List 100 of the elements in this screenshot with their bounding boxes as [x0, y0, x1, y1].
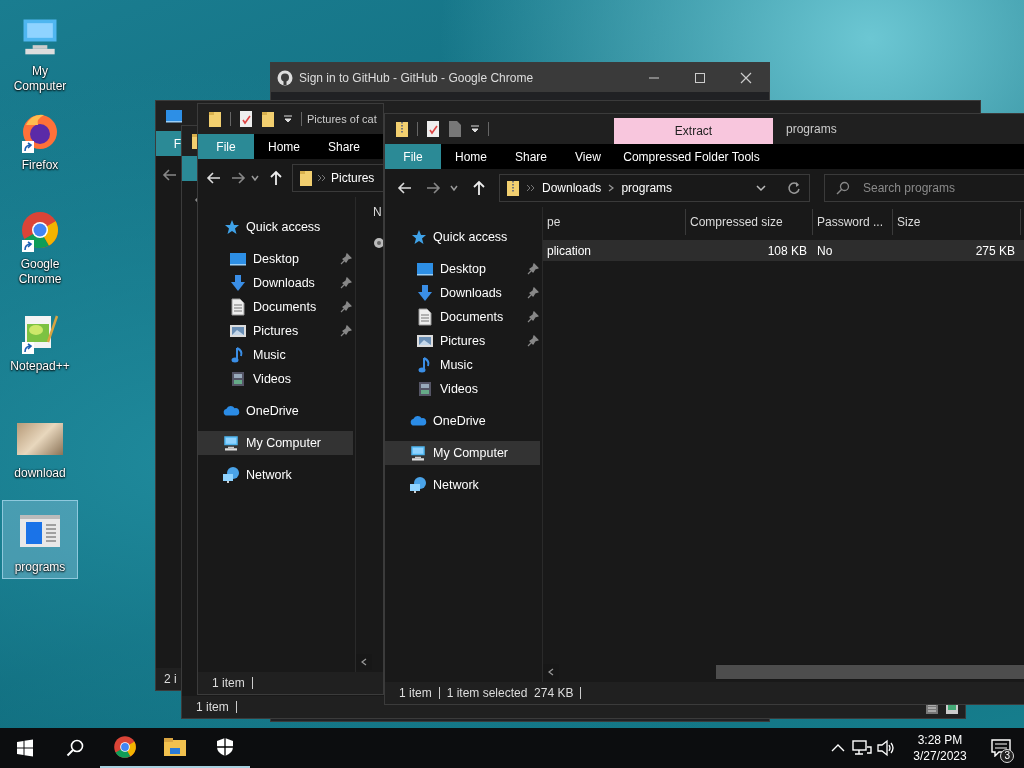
desktop-shortcut[interactable]: Firefox	[2, 102, 78, 177]
navigation-item[interactable]: Videos	[198, 367, 355, 391]
address-bar[interactable]: Downloads programs	[499, 174, 810, 202]
navigation-item[interactable]: Downloads	[198, 271, 355, 295]
cloud-icon	[409, 414, 427, 428]
breadcrumb[interactable]: Downloads	[542, 181, 602, 195]
navigation-item[interactable]: Downloads	[385, 281, 542, 305]
chrome-icon	[20, 210, 60, 250]
network-icon	[409, 476, 427, 494]
navigation-item[interactable]: Desktop	[385, 257, 542, 281]
navigation-item[interactable]: OneDrive	[385, 409, 542, 433]
properties-icon	[426, 120, 440, 138]
ribbon-tab[interactable]: Home	[441, 144, 501, 169]
navigation-item[interactable]: Music	[198, 343, 355, 367]
navigation-item[interactable]: Network	[198, 463, 355, 487]
breadcrumb[interactable]: Pictures	[331, 171, 375, 185]
file-row[interactable]: plication 108 KB No 275 KB	[543, 240, 1024, 261]
refresh-icon	[787, 181, 801, 195]
film-icon	[416, 381, 434, 397]
status-text: 1 item	[212, 677, 253, 689]
file-tab[interactable]	[182, 156, 198, 181]
file-tab[interactable]: F	[156, 131, 182, 156]
document-icon	[229, 298, 247, 316]
back-arrow-icon	[162, 167, 178, 183]
desktop-shortcut[interactable]: Google Chrome	[2, 201, 78, 291]
up-arrow-icon	[268, 170, 284, 186]
customize-caret-icon	[283, 114, 293, 124]
navigation-item[interactable]: Quick access	[198, 215, 355, 239]
zip-folder-icon	[395, 120, 409, 138]
network-icon	[222, 466, 240, 484]
caret-icon	[449, 183, 459, 193]
navigation-item[interactable]: My Computer	[198, 431, 353, 455]
navigation-item[interactable]: Pictures	[198, 319, 355, 343]
cloud-icon	[222, 404, 240, 418]
forward-arrow-icon	[425, 180, 441, 196]
navigation-item[interactable]: My Computer	[385, 441, 540, 465]
navigation-item[interactable]: Documents	[385, 305, 542, 329]
ribbon-tab[interactable]: Share	[501, 144, 562, 169]
navigation-item[interactable]: Desktop	[198, 247, 355, 271]
navigation-item[interactable]: Videos	[385, 377, 542, 401]
navigation-item[interactable]: OneDrive	[198, 399, 355, 423]
chrome-icon	[113, 735, 137, 759]
back-arrow-icon	[206, 170, 222, 186]
search-icon	[836, 181, 850, 195]
navigation-item[interactable]: Music	[385, 353, 542, 377]
dropdown-caret-icon	[755, 183, 767, 193]
window-title: Sign in to GitHub - GitHub - Google Chrome	[299, 70, 534, 85]
desktop-shortcut[interactable]: Notepad++	[2, 303, 78, 378]
breadcrumb-chevron-icon	[317, 173, 327, 183]
ribbon-tab[interactable]: Share	[314, 134, 375, 159]
column-header[interactable]: Compressed size	[686, 209, 813, 235]
ribbon-tab[interactable]: View	[561, 144, 615, 169]
desktop-shortcut[interactable]: download	[2, 410, 78, 485]
scroll-thumb[interactable]	[716, 664, 1024, 680]
navigation-item[interactable]: Pictures	[385, 329, 542, 353]
desktop-icon	[165, 108, 183, 124]
file-tab[interactable]: File	[385, 144, 441, 169]
table-cell-text: 275 KB	[974, 243, 1016, 258]
left-chevron-icon	[360, 657, 368, 667]
caret-up-icon	[831, 743, 845, 753]
folder-icon	[163, 737, 187, 757]
photo-placeholder	[17, 423, 63, 455]
shield-icon	[216, 737, 234, 757]
caret-icon	[250, 173, 260, 183]
notification-button[interactable]: 3	[978, 728, 1024, 768]
status-text: 1 item	[196, 701, 237, 713]
up-arrow-icon	[471, 180, 487, 196]
file-tab[interactable]: File	[198, 134, 254, 159]
maximize-icon	[694, 71, 706, 84]
navigation-item[interactable]: Documents	[198, 295, 355, 319]
search-icon	[66, 739, 84, 757]
navigation-item[interactable]: Network	[385, 473, 542, 497]
table-cell-text: 108 KB	[766, 243, 808, 258]
breadcrumb-chevron-icon	[526, 183, 536, 193]
film-icon	[229, 371, 247, 387]
context-tab-group: Extract	[614, 118, 773, 144]
picture-icon	[229, 323, 247, 339]
column-header[interactable]: Password ...	[813, 209, 893, 235]
column-header[interactable]: Size	[893, 209, 1021, 235]
network-icon	[852, 739, 872, 757]
ribbon-tab[interactable]: Home	[254, 134, 314, 159]
close-icon	[740, 71, 752, 84]
address-bar[interactable]: Pictures	[292, 164, 383, 192]
navigation-item[interactable]: Quick access	[385, 225, 542, 249]
notification-count-badge: 3	[1000, 749, 1014, 763]
ribbon-tab[interactable]: Compressed Folder Tools	[612, 144, 771, 169]
table-cell-text: No	[816, 243, 834, 258]
download-arrow-icon	[229, 274, 247, 292]
forward-arrow-icon	[230, 170, 246, 186]
breadcrumb[interactable]: programs	[621, 181, 673, 195]
chevron-icon	[607, 183, 616, 193]
clock[interactable]: 3:28 PM 3/27/2023	[902, 732, 978, 764]
desktop-shortcut[interactable]: My Computer	[2, 6, 78, 98]
column-header[interactable]: pe	[543, 209, 686, 235]
back-arrow-icon	[397, 180, 413, 196]
column-header[interactable]: N	[356, 199, 383, 225]
desktop-icon	[416, 261, 434, 277]
search-field[interactable]: Search programs	[824, 174, 1024, 202]
table-cell-text: plication	[546, 243, 593, 258]
status-text: 1 item selected 274 KB	[446, 687, 582, 699]
